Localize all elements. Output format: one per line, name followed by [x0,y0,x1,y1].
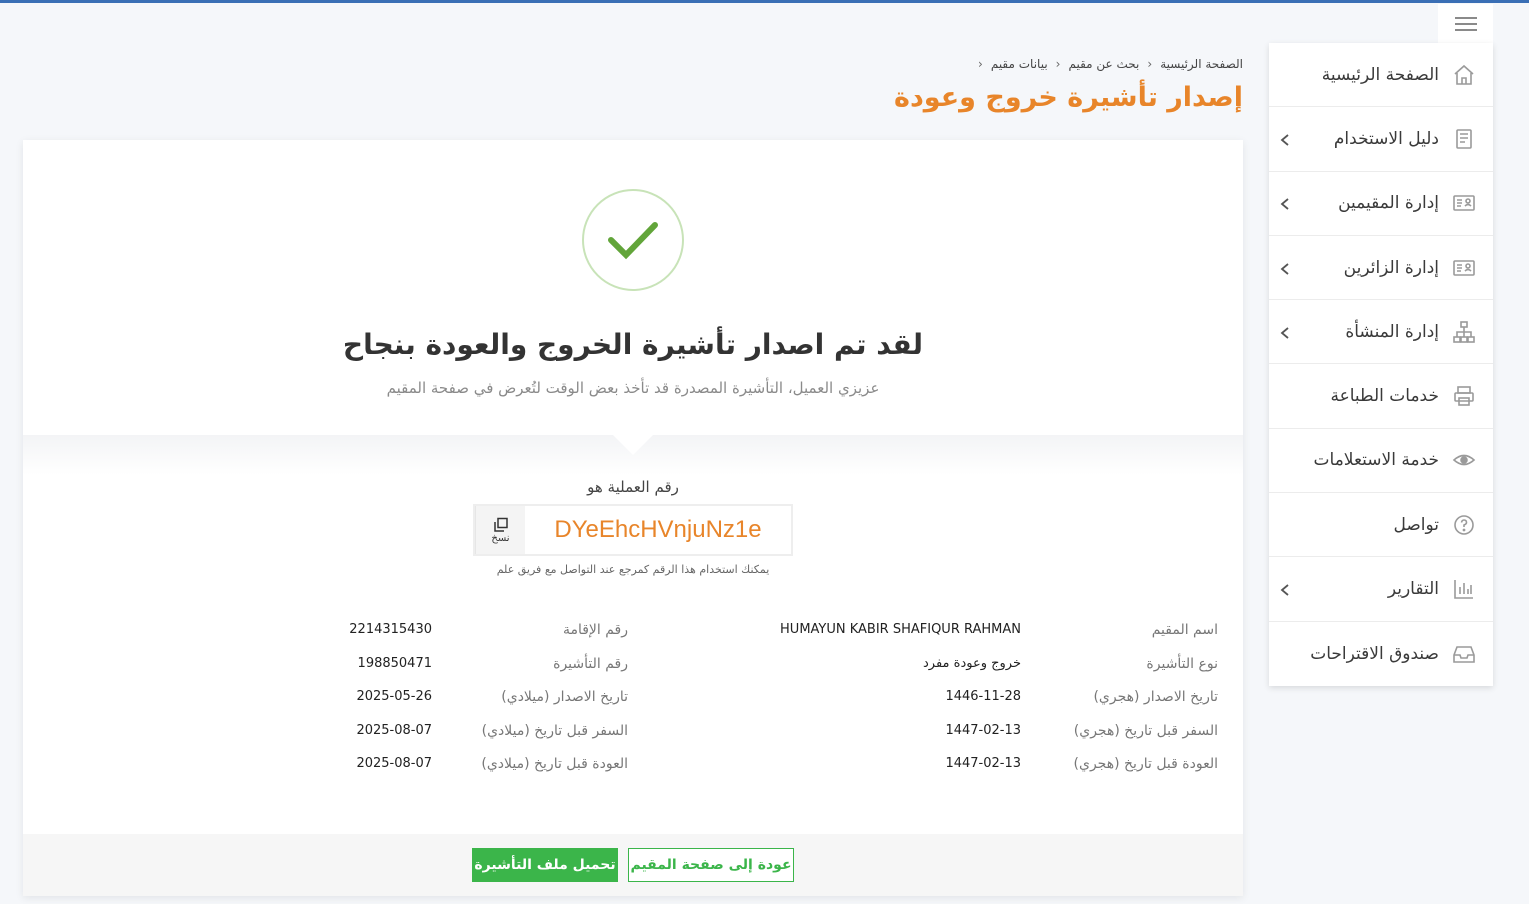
operation-number-box: نسخ DYeEhcHVnjuNz1e [473,504,793,556]
sidebar-item-label: صندوق الاقتراحات [1310,643,1439,664]
chevron-left-icon [1279,261,1291,275]
result-card: لقد تم اصدار تأشيرة الخروج والعودة بنجاح… [23,140,1243,896]
chevron-separator-icon: ‹ [978,57,983,71]
divider-arrow [613,435,653,455]
sidebar-item-label: التقارير [1387,579,1439,600]
visa-type-label: نوع التأشيرة [1146,656,1218,672]
copy-label: نسخ [491,532,510,544]
bar-chart-icon [1451,576,1477,602]
travel-before-hijri-label: السفر قبل تاريخ (هجري) [1073,723,1218,739]
success-check-icon [582,189,684,291]
chevron-left-icon [1279,132,1291,146]
visa-type-value: خروج وعودة مفرد [923,656,1021,671]
sidebar: الصفحة الرئيسية دليل الاستخدام إدارة الم… [1269,43,1493,686]
menu-toggle-button[interactable] [1438,4,1493,43]
chevron-left-icon [1279,582,1291,596]
inbox-icon [1451,641,1477,667]
sidebar-item-label: إدارة الزائرين [1343,257,1439,278]
sidebar-item-inquiries[interactable]: خدمة الاستعلامات [1269,429,1493,494]
sidebar-item-establishment[interactable]: إدارة المنشأة [1269,300,1493,365]
chevron-left-icon [1279,325,1291,339]
breadcrumb: الصفحة الرئيسية ‹ بحث عن مقيم ‹ بيانات م… [978,57,1243,71]
return-before-gregorian-label: العودة قبل تاريخ (ميلادي) [481,756,628,772]
breadcrumb-home-link[interactable]: الصفحة الرئيسية [1160,57,1243,71]
issue-date-gregorian-label: تاريخ الاصدار (ميلادي) [501,689,628,705]
operation-number-value[interactable]: DYeEhcHVnjuNz1e [525,506,791,554]
iqama-number-value: 2214315430 [349,622,432,637]
breadcrumb-current[interactable]: بيانات مقيم [991,57,1048,71]
chevron-separator-icon: ‹ [1055,57,1061,71]
sidebar-item-home[interactable]: الصفحة الرئيسية [1269,43,1493,108]
issue-date-hijri-value: 1446-11-28 [945,689,1021,704]
sidebar-item-guide[interactable]: دليل الاستخدام [1269,107,1493,172]
return-before-hijri-label: العودة قبل تاريخ (هجري) [1073,756,1218,772]
book-icon [1451,126,1477,152]
sidebar-item-label: دليل الاستخدام [1333,128,1439,149]
sidebar-item-label: خدمات الطباعة [1330,386,1439,407]
operation-number-hint: يمكنك استخدام هذا الرقم كمرجع عند التواص… [496,563,770,576]
sidebar-item-label: إدارة المنشأة [1345,321,1439,342]
sidebar-item-contact[interactable]: تواصل [1269,493,1493,558]
action-footer: تحميل ملف التأشيرة عودة إلى صفحة المقيم [23,834,1243,896]
eye-icon [1451,447,1477,473]
issue-date-hijri-label: تاريخ الاصدار (هجري) [1093,689,1218,705]
travel-before-gregorian-value: 2025-08-07 [356,723,432,738]
visa-number-label: رقم التأشيرة [553,656,628,672]
travel-before-hijri-value: 1447-02-13 [945,723,1021,738]
sidebar-item-residents[interactable]: إدارة المقيمين [1269,172,1493,236]
sidebar-item-label: تواصل [1393,514,1439,535]
copy-icon [493,517,508,532]
page-title: إصدار تأشيرة خروج وعودة [894,82,1243,113]
back-to-resident-button[interactable]: عودة إلى صفحة المقيم [628,848,794,882]
iqama-number-label: رقم الإقامة [562,622,628,638]
printer-icon [1451,383,1477,409]
travel-before-gregorian-label: السفر قبل تاريخ (ميلادي) [481,723,628,739]
issue-date-gregorian-value: 2025-05-26 [356,689,432,704]
resident-name-value: HUMAYUN KABIR SHAFIQUR RAHMAN [780,622,1021,637]
success-title: لقد تم اصدار تأشيرة الخروج والعودة بنجاح [342,328,924,361]
resident-name-label: اسم المقيم [1151,622,1218,638]
id-card-icon [1451,190,1477,216]
visa-number-value: 198850471 [357,656,432,671]
sidebar-item-suggestions[interactable]: صندوق الاقتراحات [1269,622,1493,686]
sidebar-item-reports[interactable]: التقارير [1269,557,1493,622]
return-before-hijri-value: 1447-02-13 [945,756,1021,771]
help-circle-icon [1451,512,1477,538]
home-icon [1451,62,1477,88]
copy-button[interactable]: نسخ [475,506,525,554]
sidebar-item-label: خدمة الاستعلامات [1313,450,1439,471]
sidebar-item-label: إدارة المقيمين [1338,193,1439,214]
operation-number-label: رقم العملية هو [587,478,679,496]
download-visa-button[interactable]: تحميل ملف التأشيرة [472,848,618,882]
sidebar-item-visitors[interactable]: إدارة الزائرين [1269,236,1493,301]
org-chart-icon [1451,319,1477,345]
chevron-separator-icon: ‹ [1147,57,1153,71]
return-before-gregorian-value: 2025-08-07 [356,756,432,771]
sidebar-item-label: الصفحة الرئيسية [1321,64,1439,85]
top-accent-bar [0,0,1529,3]
chevron-left-icon [1279,196,1291,210]
breadcrumb-search-link[interactable]: بحث عن مقيم [1068,57,1139,71]
hamburger-icon [1454,16,1477,31]
success-subtitle: عزيزي العميل، التأشيرة المصدرة قد تأخذ ب… [386,379,880,397]
sidebar-item-printing[interactable]: خدمات الطباعة [1269,364,1493,429]
visitor-card-icon [1451,255,1477,281]
